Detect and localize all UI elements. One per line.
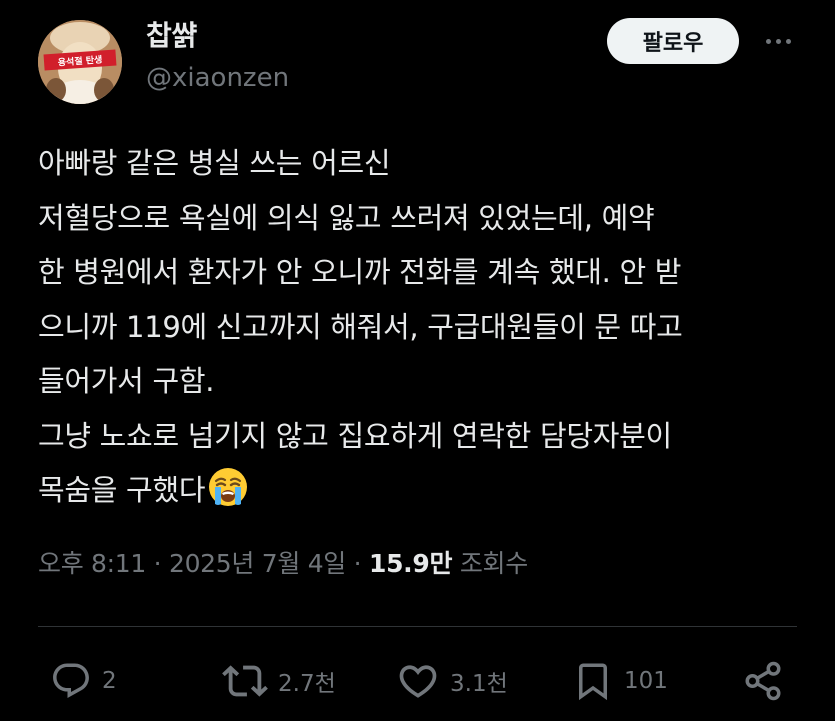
avatar-image: 용석절 탄생 bbox=[38, 20, 122, 104]
display-name[interactable]: 찹쌹 bbox=[146, 18, 198, 54]
heart-icon bbox=[399, 665, 437, 698]
follow-button[interactable]: 팔로우 bbox=[607, 18, 739, 64]
tweet-line-last: 목숨을 구했다 bbox=[38, 463, 808, 526]
meta-separator: · bbox=[353, 549, 362, 578]
like-button[interactable]: 3.1천 bbox=[396, 659, 508, 703]
retweet-button[interactable]: 2.7천 bbox=[222, 659, 336, 703]
meta-separator: · bbox=[153, 549, 162, 578]
views-label: 조회수 bbox=[459, 549, 528, 578]
divider bbox=[38, 626, 797, 627]
tweet-date[interactable]: 2025년 7월 4일 bbox=[169, 549, 346, 578]
tweet-line: 저혈당으로 욕실에 의식 잃고 쓰러져 있었는데, 예약 bbox=[38, 200, 655, 235]
reply-count: 2 bbox=[102, 668, 117, 694]
avatar[interactable]: 용석절 탄생 bbox=[38, 20, 122, 104]
retweet-count: 2.7천 bbox=[278, 671, 336, 697]
tweet-line: 들어가서 구함. bbox=[38, 364, 215, 398]
tweet-line-text: 목숨을 구했다 bbox=[38, 473, 206, 507]
bookmark-icon bbox=[579, 663, 607, 701]
more-dot bbox=[785, 38, 791, 44]
more-horizontal-icon[interactable] bbox=[760, 26, 796, 56]
more-dot bbox=[765, 38, 771, 44]
share-icon bbox=[745, 661, 781, 701]
reply-button[interactable]: 2 bbox=[50, 659, 117, 703]
loudly-crying-face-icon bbox=[207, 466, 249, 526]
bookmark-count: 101 bbox=[624, 668, 668, 694]
tweet-text: 아빠랑 같은 병실 쓰는 어르신 저혈당으로 욕실에 의식 잃고 쓰러져 있었는… bbox=[38, 136, 808, 526]
retweet-icon bbox=[222, 665, 268, 697]
reply-icon bbox=[53, 663, 89, 698]
user-handle[interactable]: @xiaonzen bbox=[146, 60, 289, 96]
tweet-meta: 오후 8:11 · 2025년 7월 4일 · 15.9만 조회수 bbox=[38, 546, 528, 582]
tweet-line: 아빠랑 같은 병실 쓰는 어르신 bbox=[38, 146, 391, 180]
tweet-line: 그냥 노쇼로 넘기지 않고 집요하게 연락한 담당자분이 bbox=[38, 418, 672, 453]
tweet-time[interactable]: 오후 8:11 bbox=[38, 549, 146, 578]
like-count: 3.1천 bbox=[450, 671, 508, 697]
tweet-line: 한 병원에서 환자가 안 오니까 전화를 계속 했대. 안 받 bbox=[38, 255, 682, 289]
tweet-line: 으니까 119에 신고까지 해줘서, 구급대원들이 문 따고 bbox=[38, 309, 683, 344]
bookmark-button[interactable]: 101 bbox=[572, 659, 668, 703]
views-count: 15.9만 bbox=[368, 549, 453, 578]
more-dot bbox=[775, 38, 781, 44]
share-button[interactable] bbox=[742, 659, 784, 703]
